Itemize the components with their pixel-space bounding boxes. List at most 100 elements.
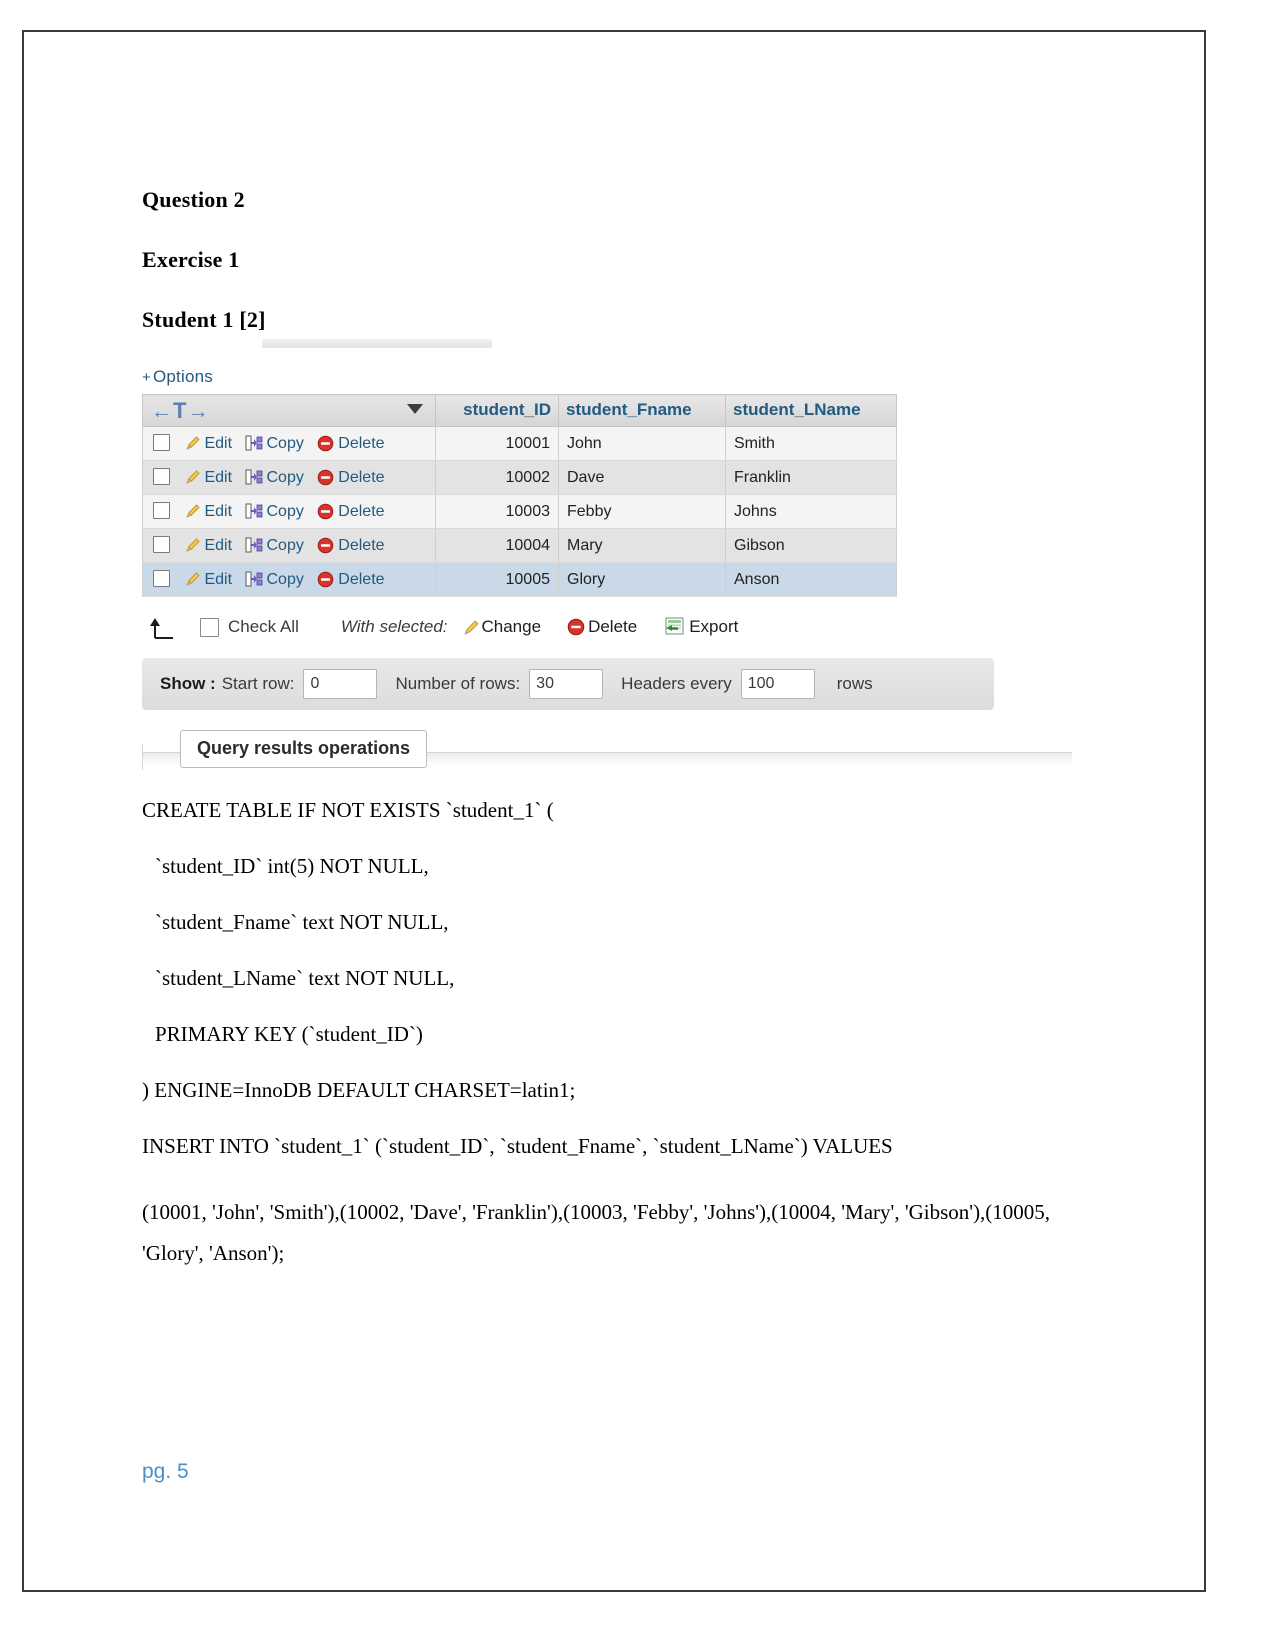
- cell-student-fname[interactable]: Febby: [558, 494, 726, 529]
- table-row[interactable]: Edit Copy Delete: [142, 562, 897, 597]
- options-toggle[interactable]: + Options: [142, 367, 1102, 387]
- headers-every-label: Headers every: [621, 674, 732, 693]
- sql-line-insert: INSERT INTO `student_1` (`student_ID`, `…: [142, 1134, 893, 1158]
- check-all-checkbox[interactable]: [200, 617, 219, 637]
- copy-action[interactable]: Copy: [245, 537, 304, 555]
- right-arrow-icon[interactable]: →: [187, 400, 209, 423]
- cell-student-fname[interactable]: Glory: [558, 562, 726, 597]
- copy-label: Copy: [266, 537, 304, 555]
- copy-icon: [245, 503, 263, 519]
- cell-student-fname[interactable]: John: [558, 426, 726, 461]
- cell-student-id[interactable]: 10003: [435, 494, 559, 529]
- cell-student-lname[interactable]: Anson: [725, 562, 897, 597]
- nav-cell[interactable]: ←T→: [142, 394, 436, 427]
- delete-label: Delete: [338, 503, 385, 521]
- cell-student-fname[interactable]: Dave: [558, 460, 726, 495]
- pencil-icon: [184, 435, 201, 452]
- delete-action[interactable]: Delete: [317, 503, 385, 521]
- cell-student-lname[interactable]: Franklin: [725, 460, 897, 495]
- show-rows-bar: Show : Start row: Number of rows: Header…: [142, 658, 994, 710]
- copy-action[interactable]: Copy: [245, 503, 304, 521]
- left-arrow-icon[interactable]: ←: [151, 400, 173, 423]
- copy-label: Copy: [266, 571, 304, 589]
- edit-label: Edit: [204, 435, 233, 453]
- query-results-operations-section: Query results operations: [142, 730, 1072, 770]
- cell-student-id[interactable]: 10001: [435, 426, 559, 461]
- cell-student-fname[interactable]: Mary: [558, 528, 726, 563]
- number-of-rows-input[interactable]: [529, 669, 604, 699]
- edit-label: Edit: [204, 503, 233, 521]
- delete-icon: [317, 537, 334, 554]
- start-row-input[interactable]: [303, 669, 378, 699]
- delete-icon: [317, 435, 334, 452]
- arrow-up-icon[interactable]: [148, 616, 182, 639]
- export-action[interactable]: Export: [663, 617, 738, 637]
- table-row[interactable]: Edit Copy Delete: [142, 494, 897, 529]
- check-all-label[interactable]: Check All: [228, 617, 299, 637]
- results-table: ←T→ student_ID student_Fname student_LNa…: [142, 394, 897, 597]
- cell-student-lname[interactable]: Smith: [725, 426, 897, 461]
- sql-line-student-id: `student_ID` int(5) NOT NULL,: [155, 854, 429, 878]
- row-checkbox[interactable]: [153, 535, 170, 553]
- delete-action[interactable]: Delete: [317, 469, 385, 487]
- pencil-icon: [184, 503, 201, 520]
- change-action[interactable]: Change: [462, 617, 541, 637]
- copy-label: Copy: [266, 435, 304, 453]
- pencil-icon: [184, 469, 201, 486]
- delete-label: Delete: [338, 435, 385, 453]
- copy-action[interactable]: Copy: [245, 435, 304, 453]
- headers-every-input[interactable]: [740, 669, 815, 699]
- cell-student-id[interactable]: 10004: [435, 528, 559, 563]
- table-row[interactable]: Edit Copy Delete: [142, 426, 897, 461]
- cell-student-lname[interactable]: Gibson: [725, 528, 897, 563]
- row-checkbox[interactable]: [153, 433, 170, 451]
- delete-action[interactable]: Delete: [317, 435, 385, 453]
- sql-line-engine: ) ENGINE=InnoDB DEFAULT CHARSET=latin1;: [142, 1078, 576, 1102]
- copy-action[interactable]: Copy: [245, 469, 304, 487]
- copy-action[interactable]: Copy: [245, 571, 304, 589]
- edit-action[interactable]: Edit: [184, 503, 232, 521]
- row-checkbox[interactable]: [153, 501, 170, 519]
- delete-selected-action[interactable]: Delete: [567, 617, 637, 637]
- table-row[interactable]: Edit Copy Delete: [142, 528, 897, 563]
- column-header-student-id[interactable]: student_ID: [435, 394, 559, 427]
- sql-listing: CREATE TABLE IF NOT EXISTS `student_1` (…: [142, 800, 1102, 1274]
- sql-line-create: CREATE TABLE IF NOT EXISTS `student_1` (: [142, 798, 554, 822]
- edit-label: Edit: [204, 469, 233, 487]
- edit-action[interactable]: Edit: [184, 537, 232, 555]
- pencil-icon: [462, 619, 479, 636]
- fieldset-left-border: [142, 744, 144, 770]
- edit-action[interactable]: Edit: [184, 571, 232, 589]
- column-header-student-lname[interactable]: student_LName: [725, 394, 897, 427]
- heading-student-table: Student 1 [2]: [142, 307, 266, 332]
- row-actions-cell: Edit Copy Delete: [142, 426, 436, 461]
- row-checkbox[interactable]: [153, 569, 170, 587]
- delete-action[interactable]: Delete: [317, 571, 385, 589]
- start-row-label: Start row:: [221, 674, 295, 693]
- chevron-down-icon[interactable]: [407, 404, 423, 414]
- delete-icon: [317, 469, 334, 486]
- copy-label: Copy: [266, 503, 304, 521]
- pencil-icon: [184, 537, 201, 554]
- row-navigation[interactable]: ←T→: [151, 397, 209, 425]
- cell-student-lname[interactable]: Johns: [725, 494, 897, 529]
- row-checkbox[interactable]: [153, 467, 170, 485]
- query-results-operations-legend: Query results operations: [180, 730, 428, 768]
- plus-icon: +: [142, 369, 151, 386]
- pencil-icon: [184, 571, 201, 588]
- cell-student-id[interactable]: 10002: [435, 460, 559, 495]
- edit-label: Edit: [204, 571, 233, 589]
- delete-action[interactable]: Delete: [317, 537, 385, 555]
- phpmyadmin-results-panel: + Options ←T→ student_ID student_Fname st…: [142, 339, 1102, 770]
- copy-icon: [245, 571, 263, 587]
- sql-line-student-fname: `student_Fname` text NOT NULL,: [155, 910, 449, 934]
- delete-label: Delete: [338, 469, 385, 487]
- cell-student-id[interactable]: 10005: [435, 562, 559, 597]
- edit-action[interactable]: Edit: [184, 469, 232, 487]
- column-header-student-fname[interactable]: student_Fname: [558, 394, 726, 427]
- t-glyph-icon: T: [173, 398, 188, 423]
- table-row[interactable]: Edit Copy Delete: [142, 460, 897, 495]
- table-header-row: ←T→ student_ID student_Fname student_LNa…: [142, 394, 897, 427]
- edit-action[interactable]: Edit: [184, 435, 232, 453]
- copy-label: Copy: [266, 469, 304, 487]
